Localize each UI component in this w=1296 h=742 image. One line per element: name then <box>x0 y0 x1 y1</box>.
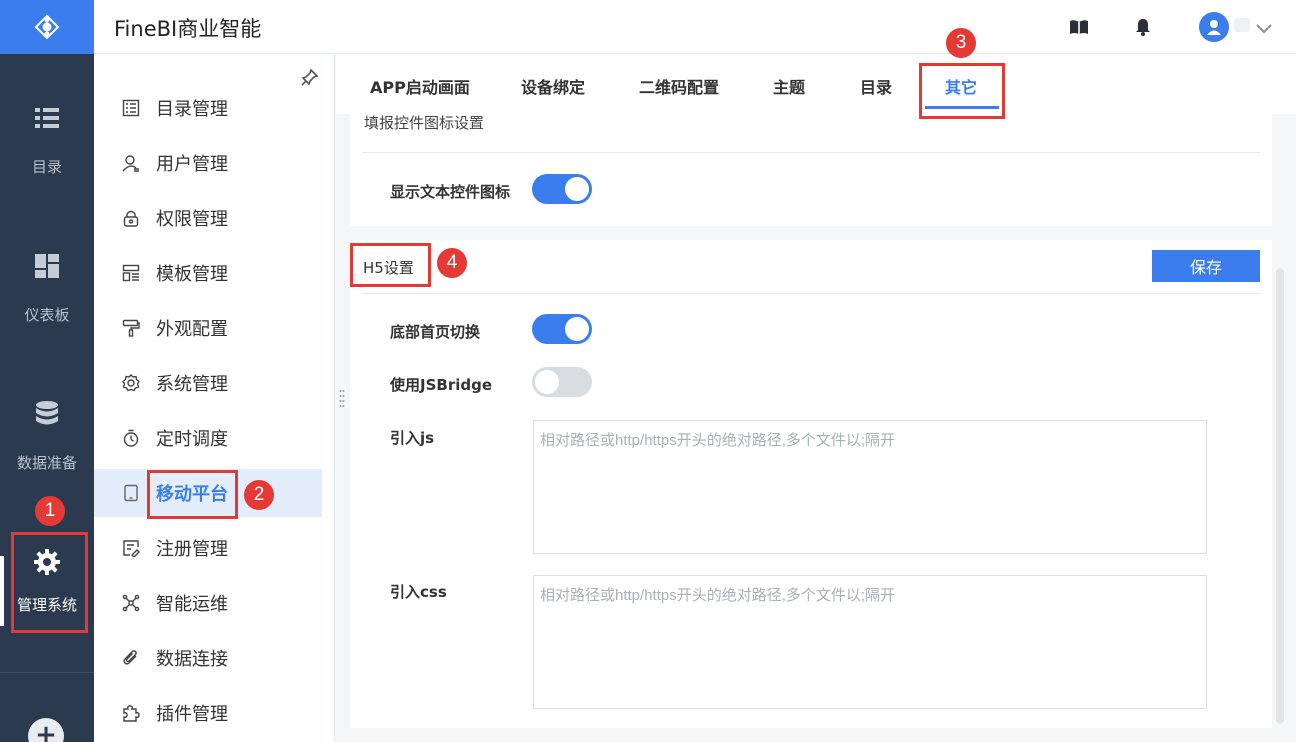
chevron-down-icon[interactable] <box>1254 18 1274 38</box>
rail-item-label: 目录 <box>31 158 62 176</box>
rail-item-label: 数据准备 <box>16 454 77 472</box>
menu-item-label: 权限管理 <box>156 209 228 230</box>
menu-item-mobile-platform[interactable]: 移动平台 <box>94 469 322 517</box>
jsbridge-toggle[interactable] <box>532 367 592 397</box>
gear-icon <box>122 374 140 392</box>
save-button[interactable]: 保存 <box>1152 250 1260 282</box>
dashboard-icon <box>35 254 59 278</box>
menu-item-label: 注册管理 <box>156 539 228 560</box>
add-button[interactable]: + <box>28 718 64 742</box>
rail-divider <box>0 672 94 673</box>
menu-item-label: 数据连接 <box>156 649 228 670</box>
js-import-input[interactable] <box>533 420 1207 554</box>
menu-item-label: 系统管理 <box>156 374 228 395</box>
menu-item-catalog[interactable]: 目录管理 <box>94 84 322 132</box>
jsbridge-label: 使用JSBridge <box>390 376 493 394</box>
menu-item-data-connections[interactable]: 数据连接 <box>94 634 322 682</box>
tab-catalog[interactable]: 目录 <box>860 74 892 98</box>
menu-item-label: 用户管理 <box>156 154 228 175</box>
logo-icon <box>34 14 60 40</box>
resize-handle-icon[interactable] <box>339 388 345 408</box>
user-icon <box>122 155 139 172</box>
register-icon <box>123 540 140 557</box>
gear-icon <box>34 549 60 575</box>
template-icon <box>122 264 140 282</box>
show-text-icon-toggle[interactable] <box>532 174 592 204</box>
menu-item-permissions[interactable]: 权限管理 <box>94 194 322 242</box>
css-import-input[interactable] <box>533 575 1207 709</box>
bottom-home-switch-toggle[interactable] <box>532 314 592 344</box>
clip-icon <box>123 650 137 665</box>
mobile-settings-tabs: APP启动画面 设备绑定 二维码配置 主题 目录 其它 <box>336 54 1296 114</box>
user-name-placeholder <box>1234 18 1250 32</box>
app-title: FineBI商业智能 <box>114 17 262 41</box>
menu-item-label: 目录管理 <box>156 99 228 120</box>
database-icon <box>36 401 58 425</box>
section-divider <box>362 293 1260 294</box>
book-icon[interactable] <box>1069 17 1089 37</box>
h5-section-title: H5设置 <box>363 259 414 277</box>
menu-item-label: 外观配置 <box>156 319 228 340</box>
bottom-home-switch-label: 底部首页切换 <box>390 323 481 341</box>
rail-item-catalog[interactable]: 目录 <box>0 104 94 177</box>
menu-item-users[interactable]: 用户管理 <box>94 139 322 187</box>
puzzle-icon <box>123 705 140 722</box>
tab-theme[interactable]: 主题 <box>773 74 805 98</box>
menu-item-templates[interactable]: 模板管理 <box>94 249 322 297</box>
top-header: FineBI商业智能 <box>94 0 1296 54</box>
menu-item-schedule[interactable]: 定时调度 <box>94 414 322 462</box>
content-scrollbar[interactable] <box>1276 268 1284 724</box>
menu-item-registration[interactable]: 注册管理 <box>94 524 322 572</box>
active-tab-indicator <box>925 106 999 109</box>
list-icon <box>35 108 59 128</box>
css-import-label: 引入css <box>390 583 447 601</box>
menu-item-label: 智能运维 <box>156 594 228 615</box>
avatar[interactable] <box>1199 12 1229 42</box>
tab-qr-config[interactable]: 二维码配置 <box>639 74 719 98</box>
toggle-knob <box>535 370 559 394</box>
tab-app-splash[interactable]: APP启动画面 <box>370 74 470 98</box>
timer-icon <box>123 429 139 447</box>
menu-item-label: 移动平台 <box>156 484 228 505</box>
annotation-badge-4: 4 <box>437 248 467 278</box>
fill-control-section: 填报控件图标设置 显示文本控件图标 <box>350 114 1272 226</box>
js-import-label: 引入js <box>390 429 435 447</box>
menu-item-label: 插件管理 <box>156 704 228 725</box>
rail-item-system-admin[interactable]: 管理系统 <box>0 548 94 615</box>
menu-item-appearance[interactable]: 外观配置 <box>94 304 322 352</box>
annotation-badge-3: 3 <box>946 28 976 58</box>
rail-item-label: 仪表板 <box>24 306 70 324</box>
menu-item-plugins[interactable]: 插件管理 <box>94 689 322 737</box>
rail-item-dashboard[interactable]: 仪表板 <box>0 252 94 325</box>
lock-icon <box>123 210 139 227</box>
annotation-badge-1: 1 <box>35 496 65 526</box>
menu-item-label: 模板管理 <box>156 264 228 285</box>
menu-item-system[interactable]: 系统管理 <box>94 359 322 407</box>
rail-item-data-prep[interactable]: 数据准备 <box>0 400 94 473</box>
app-logo[interactable] <box>0 0 94 54</box>
brush-icon <box>122 319 140 337</box>
section-divider <box>362 152 1260 153</box>
user-avatar-icon <box>1207 20 1221 35</box>
show-text-icon-label: 显示文本控件图标 <box>390 183 511 201</box>
bell-icon[interactable] <box>1133 17 1153 37</box>
tab-other[interactable]: 其它 <box>945 74 977 98</box>
section-title: 填报控件图标设置 <box>364 114 485 132</box>
network-icon <box>122 594 140 612</box>
catalog-icon <box>122 99 140 117</box>
tab-device-binding[interactable]: 设备绑定 <box>521 74 585 98</box>
rail-item-label: 管理系统 <box>16 596 77 614</box>
tablet-icon <box>124 484 138 502</box>
annotation-badge-2: 2 <box>244 480 274 510</box>
menu-item-label: 定时调度 <box>156 429 228 450</box>
toggle-knob <box>565 317 589 341</box>
menu-item-smart-ops[interactable]: 智能运维 <box>94 579 322 627</box>
app-rail: 目录 仪表板 数据准备 管理系统 + <box>0 0 94 742</box>
toggle-knob <box>565 177 589 201</box>
